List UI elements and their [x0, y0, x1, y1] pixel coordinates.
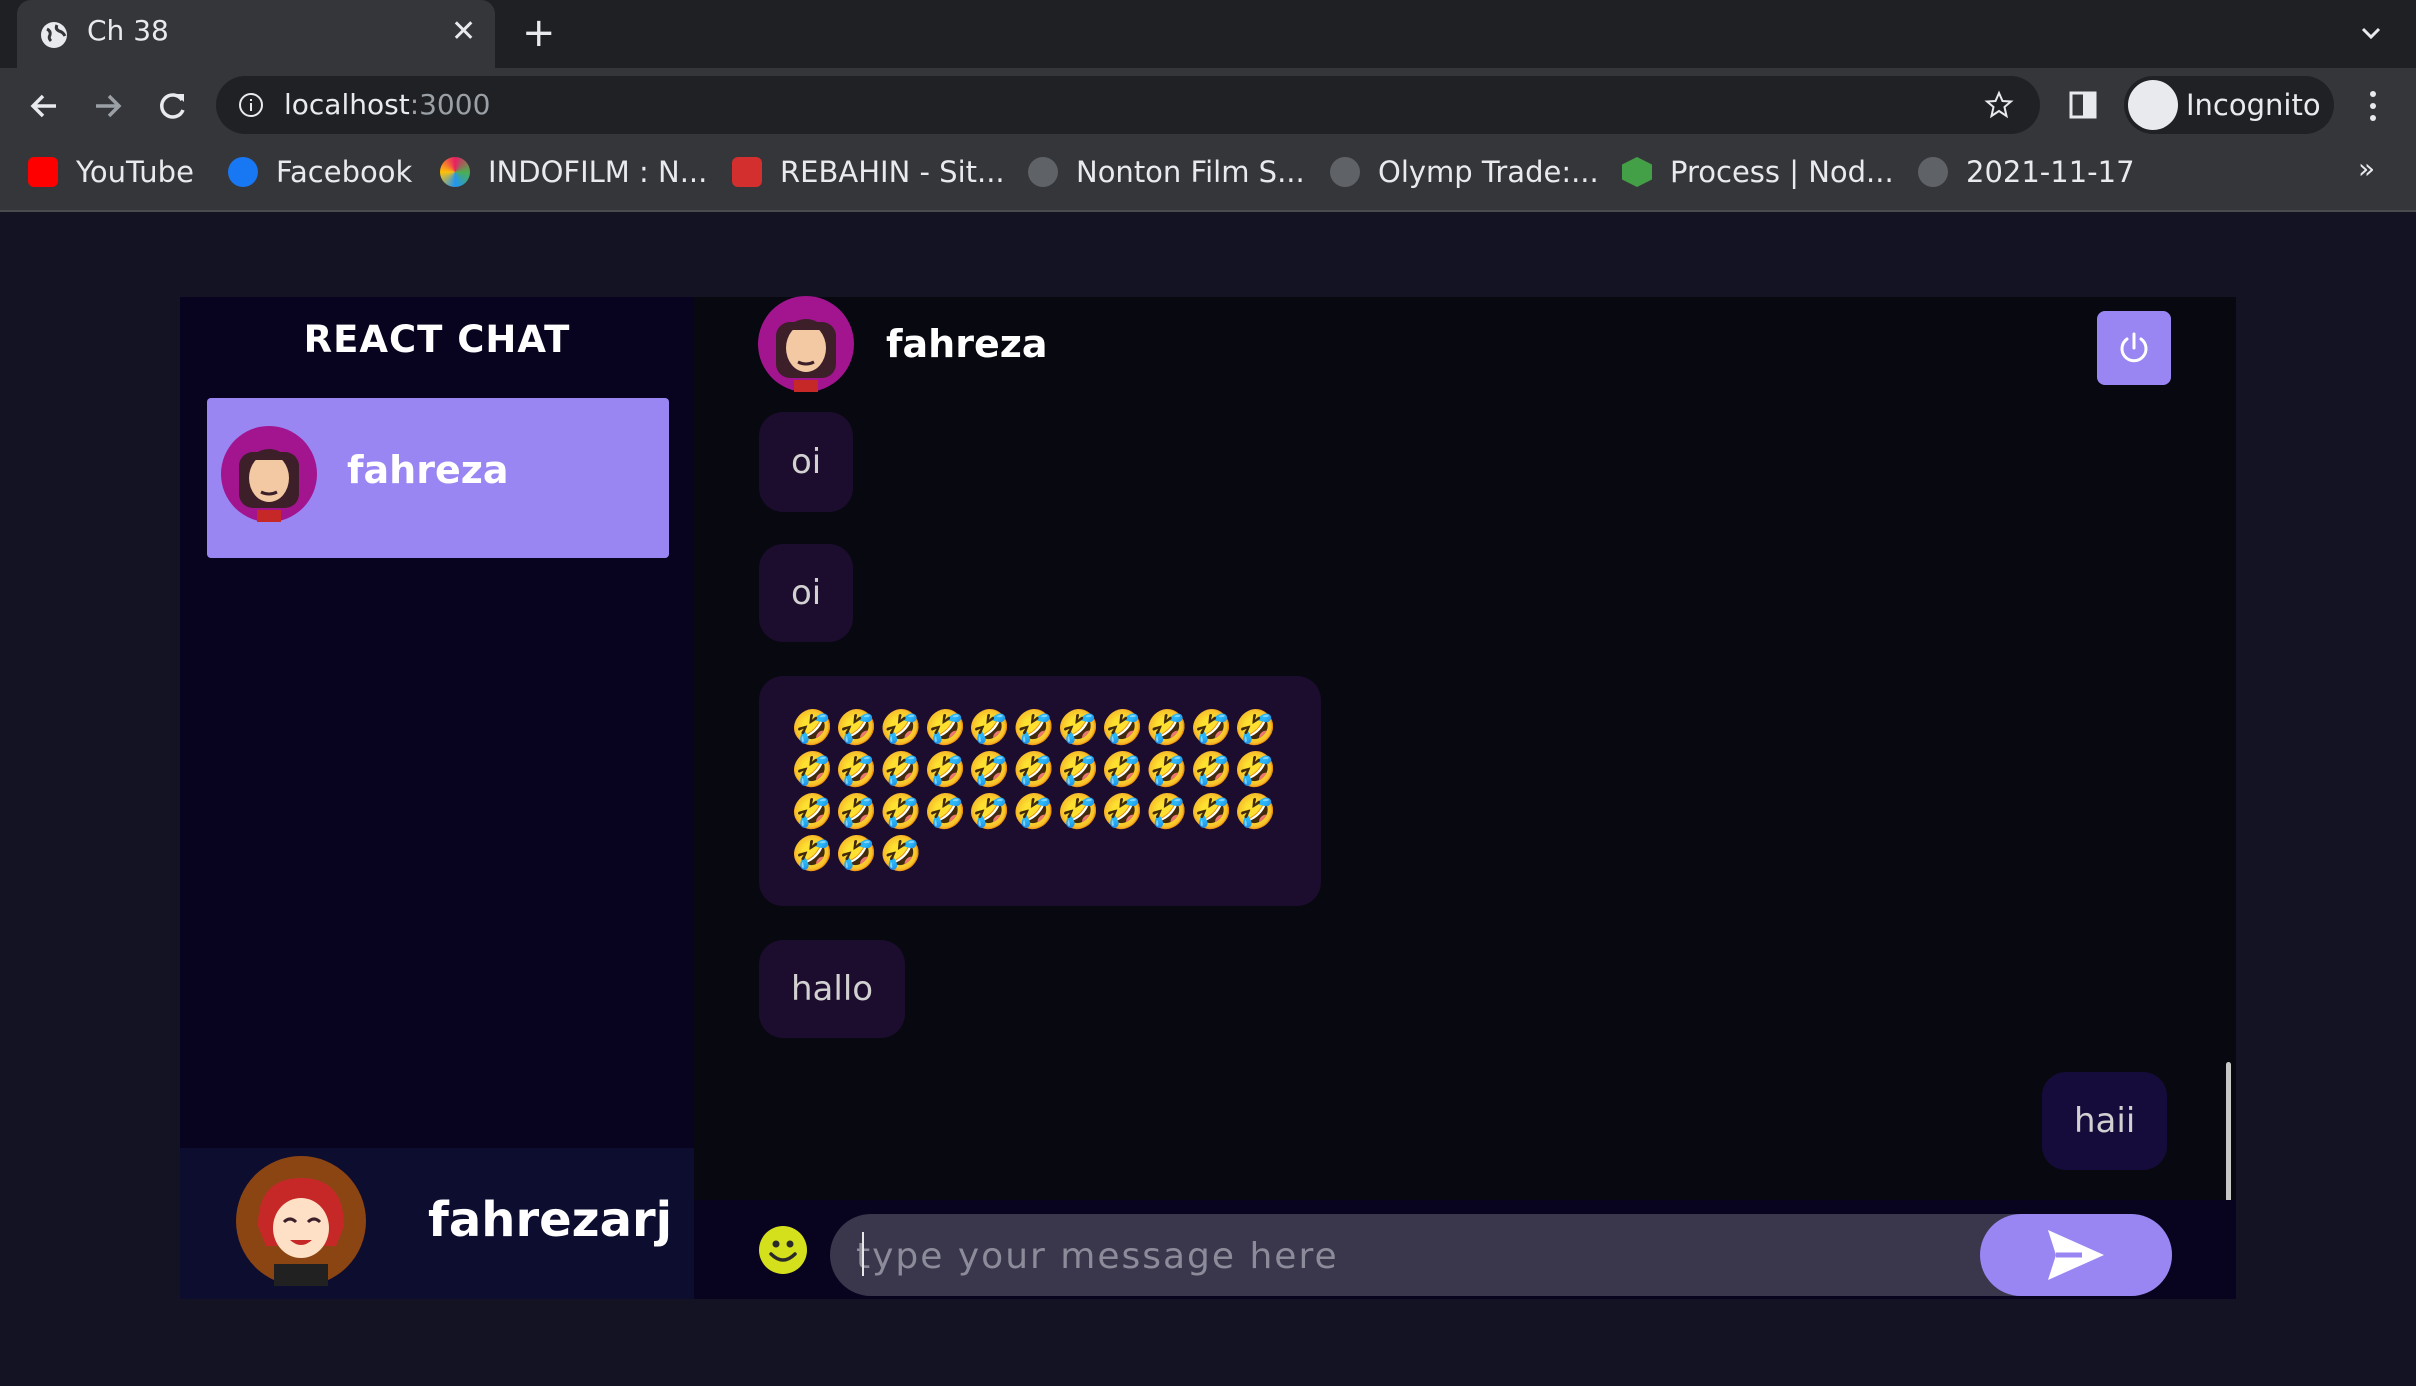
side-panel-icon[interactable] [2068, 90, 2098, 120]
close-tab-icon[interactable]: ✕ [451, 14, 476, 49]
back-arrow-icon[interactable] [24, 86, 64, 126]
incognito-icon [2128, 80, 2178, 130]
youtube-icon [28, 157, 58, 187]
url-text: localhost:3000 [284, 88, 491, 121]
contact-item-fahreza[interactable]: fahreza [207, 398, 669, 558]
globe-icon [1918, 157, 1948, 187]
globe-icon [1330, 157, 1360, 187]
chat-header-name: fahreza [886, 322, 1048, 366]
toolbar-divider [0, 210, 2416, 212]
facebook-icon [228, 157, 258, 187]
message-received: 🤣🤣🤣🤣🤣🤣🤣🤣🤣🤣🤣🤣🤣🤣🤣🤣🤣🤣🤣🤣🤣🤣🤣🤣🤣🤣🤣🤣🤣🤣🤣🤣🤣🤣🤣🤣 [759, 676, 1321, 906]
power-icon [2120, 332, 2148, 363]
info-icon[interactable] [238, 92, 264, 118]
current-user-panel: fahrezarj [180, 1148, 694, 1299]
current-user-name: fahrezarj [428, 1192, 673, 1248]
text-caret [862, 1232, 864, 1276]
send-icon [2048, 1230, 2104, 1280]
bookmark-nonton-film[interactable]: Nonton Film S... [1028, 145, 1305, 199]
bookmark-facebook[interactable]: Facebook [228, 145, 412, 199]
message-input-wrapper [830, 1214, 2172, 1298]
logout-button[interactable] [2097, 311, 2171, 385]
message-received: oi [759, 544, 854, 642]
message-received: oi [759, 412, 854, 512]
chat-scrollbar[interactable] [2226, 1062, 2231, 1202]
globe-icon [1028, 157, 1058, 187]
send-button[interactable] [1980, 1214, 2172, 1296]
forward-arrow-icon[interactable] [88, 86, 128, 126]
bookmark-star-icon[interactable] [1984, 90, 2014, 120]
new-tab-button[interactable]: + [522, 10, 556, 56]
bookmark-rebahin[interactable]: REBAHIN - Sit... [732, 145, 1005, 199]
emoji-picker-icon[interactable] [758, 1225, 808, 1275]
more-bookmarks-button[interactable]: » [2358, 152, 2375, 185]
message-received: hallo [759, 940, 906, 1038]
bookmark-olymp-trade[interactable]: Olymp Trade:... [1330, 145, 1599, 199]
avatar [221, 426, 317, 522]
bookmark-indofilm[interactable]: INDOFILM : N... [440, 145, 707, 199]
incognito-profile-button[interactable]: Incognito [2124, 76, 2334, 134]
more-menu-icon[interactable] [2358, 86, 2388, 126]
reload-icon[interactable] [152, 86, 192, 126]
bookmark-youtube[interactable]: YouTube [28, 145, 194, 199]
app-brand: REACT CHAT [303, 318, 571, 361]
message-input[interactable] [854, 1214, 1938, 1298]
avatar [236, 1156, 366, 1286]
bookmarks-bar: YouTube Facebook INDOFILM : N... REBAHIN… [0, 145, 2416, 199]
globe-icon [41, 22, 67, 48]
message-sent: haii [2042, 1072, 2168, 1170]
tab-title: Ch 38 [87, 14, 169, 47]
contact-name: fahreza [347, 448, 509, 492]
bookmark-process-node[interactable]: Process | Nod... [1622, 145, 1894, 199]
browser-tab[interactable]: Ch 38 ✕ [17, 0, 495, 68]
rebahin-icon [732, 157, 762, 187]
indofilm-icon [440, 157, 470, 187]
bookmark-2021-11-17[interactable]: 2021-11-17 [1918, 145, 2135, 199]
address-bar[interactable]: localhost:3000 [216, 76, 2040, 134]
avatar [758, 296, 854, 392]
chevron-down-icon[interactable] [2356, 18, 2386, 48]
nodejs-icon [1622, 157, 1652, 187]
